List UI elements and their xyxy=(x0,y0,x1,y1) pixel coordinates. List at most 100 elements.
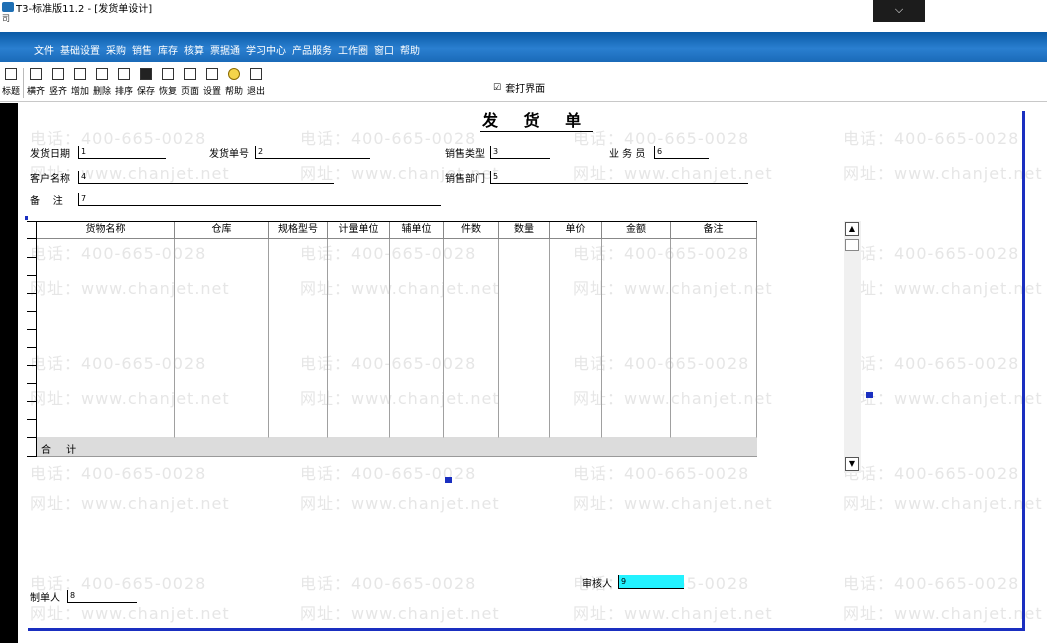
grid-column[interactable] xyxy=(550,239,602,438)
menu-window[interactable]: 窗口 xyxy=(374,42,394,57)
align-vertical-icon xyxy=(52,68,64,80)
page-button[interactable]: 页面 xyxy=(179,66,201,100)
restore-button[interactable]: 恢复 xyxy=(157,66,179,100)
help-button[interactable]: 帮助 xyxy=(223,66,245,100)
grid-column[interactable] xyxy=(175,239,269,438)
row-marker[interactable] xyxy=(27,239,37,258)
row-marker[interactable] xyxy=(27,348,37,366)
detail-grid[interactable]: 货物名称 仓库 规格型号 计量单位 辅单位 件数 数量 单价 金额 备注 合 计 xyxy=(27,221,757,457)
row-marker[interactable] xyxy=(27,366,37,384)
settings-button[interactable]: 设置 xyxy=(201,66,223,100)
row-marker[interactable] xyxy=(27,330,37,348)
maker-field[interactable]: 8 xyxy=(67,590,137,603)
system-menu-mark[interactable]: 司 xyxy=(2,13,10,24)
col-header-amount[interactable]: 金额 xyxy=(602,222,671,239)
reviewer-label[interactable]: 审核人 xyxy=(582,575,612,590)
col-header-remark[interactable]: 备注 xyxy=(671,222,757,239)
menu-purchase[interactable]: 采购 xyxy=(106,42,126,57)
sale-type-field[interactable]: 3 xyxy=(490,146,550,159)
form-title[interactable]: 发 货 单 xyxy=(480,107,594,132)
dept-label[interactable]: 销售部门 xyxy=(445,170,485,185)
row-marker[interactable] xyxy=(27,312,37,330)
sale-type-label[interactable]: 销售类型 xyxy=(445,145,485,160)
ship-no-label[interactable]: 发货单号 xyxy=(209,145,249,160)
align-horizontal-button[interactable]: 横齐 xyxy=(25,66,47,100)
vertical-scrollbar[interactable]: ▲ ▼ xyxy=(844,221,861,473)
selection-handle[interactable] xyxy=(25,216,28,220)
customer-field[interactable]: 4 xyxy=(78,171,334,184)
grid-column[interactable] xyxy=(444,239,499,438)
sort-button[interactable]: 排序 xyxy=(113,66,135,100)
ship-date-label[interactable]: 发货日期 xyxy=(30,145,70,160)
grid-column[interactable] xyxy=(499,239,550,438)
row-marker[interactable] xyxy=(27,384,37,402)
toolbar-separator xyxy=(23,68,24,98)
scroll-thumb[interactable] xyxy=(845,239,859,251)
page-right-border[interactable] xyxy=(1022,111,1025,631)
col-header-aux-unit[interactable]: 辅单位 xyxy=(390,222,444,239)
menu-sales[interactable]: 销售 xyxy=(132,42,152,57)
ship-no-field[interactable]: 2 xyxy=(255,146,370,159)
title-button[interactable]: 标题 xyxy=(0,66,22,100)
row-marker[interactable] xyxy=(27,420,37,438)
chevron-down-icon[interactable]: ⌵ xyxy=(873,0,925,22)
row-marker[interactable] xyxy=(27,294,37,312)
dept-field[interactable]: 5 xyxy=(490,171,748,184)
menu-work-circle[interactable]: 工作圈 xyxy=(338,42,368,57)
col-header-spec[interactable]: 规格型号 xyxy=(269,222,328,239)
form-design-canvas[interactable]: 电话：400-665-0028 电话：400-665-0028 电话：400-6… xyxy=(18,103,1047,643)
row-marker[interactable] xyxy=(27,402,37,420)
save-icon xyxy=(140,68,152,80)
window-title: T3-标准版11.2 - [发货单设计] xyxy=(16,4,153,15)
ship-date-field[interactable]: 1 xyxy=(78,146,166,159)
resize-handle[interactable] xyxy=(866,392,873,398)
col-header-warehouse[interactable]: 仓库 xyxy=(175,222,269,239)
exit-button[interactable]: 退出 xyxy=(245,66,267,100)
remark-field[interactable]: 7 xyxy=(78,193,441,206)
salesman-label[interactable]: 业 务 员 xyxy=(609,145,645,160)
customer-label[interactable]: 客户名称 xyxy=(30,170,70,185)
menu-accounting[interactable]: 核算 xyxy=(184,42,204,57)
grid-column[interactable] xyxy=(269,239,328,438)
col-header-quantity[interactable]: 数量 xyxy=(499,222,550,239)
grid-column[interactable] xyxy=(602,239,671,438)
scroll-up-icon[interactable]: ▲ xyxy=(845,222,859,236)
grid-column[interactable] xyxy=(390,239,444,438)
resize-handle[interactable] xyxy=(445,477,452,483)
grid-column[interactable] xyxy=(671,239,757,438)
row-marker[interactable] xyxy=(27,438,37,457)
align-vertical-button[interactable]: 竖齐 xyxy=(47,66,69,100)
watermark-site: 网址：www.chanjet.net xyxy=(843,494,1043,513)
help-icon xyxy=(228,68,240,80)
reviewer-field[interactable]: 9 xyxy=(618,575,684,589)
row-marker[interactable] xyxy=(27,276,37,294)
print-template-checkbox[interactable]: ☑ xyxy=(492,84,502,94)
sort-icon xyxy=(118,68,130,80)
menu-help[interactable]: 帮助 xyxy=(400,42,420,57)
menu-basic-settings[interactable]: 基础设置 xyxy=(60,42,100,57)
watermark-phone: 电话：400-665-0028 xyxy=(843,129,1020,148)
delete-button[interactable]: 删除 xyxy=(91,66,113,100)
grid-column[interactable] xyxy=(328,239,390,438)
menu-product-service[interactable]: 产品服务 xyxy=(292,42,332,57)
grid-column[interactable] xyxy=(37,239,175,438)
menu-inventory[interactable]: 库存 xyxy=(158,42,178,57)
menu-ticket-link[interactable]: 票据通 xyxy=(210,42,240,57)
menu-file[interactable]: 文件 xyxy=(34,42,54,57)
scroll-down-icon[interactable]: ▼ xyxy=(845,457,859,471)
watermark-phone: 电话：400-665-0028 xyxy=(843,244,1020,263)
print-template-option[interactable]: ☑ 套打界面 xyxy=(492,80,545,96)
row-marker[interactable] xyxy=(27,258,37,276)
grid-sum-row[interactable]: 合 计 xyxy=(37,438,757,457)
page-bottom-border[interactable] xyxy=(28,628,1025,631)
col-header-pieces[interactable]: 件数 xyxy=(444,222,499,239)
col-header-goods-name[interactable]: 货物名称 xyxy=(37,222,175,239)
maker-label[interactable]: 制单人 xyxy=(30,589,60,604)
menu-learning-center[interactable]: 学习中心 xyxy=(246,42,286,57)
col-header-price[interactable]: 单价 xyxy=(550,222,602,239)
save-button[interactable]: 保存 xyxy=(135,66,157,100)
salesman-field[interactable]: 6 xyxy=(654,146,709,159)
add-button[interactable]: 增加 xyxy=(69,66,91,100)
remark-label[interactable]: 备 注 xyxy=(30,192,63,207)
col-header-unit[interactable]: 计量单位 xyxy=(328,222,390,239)
